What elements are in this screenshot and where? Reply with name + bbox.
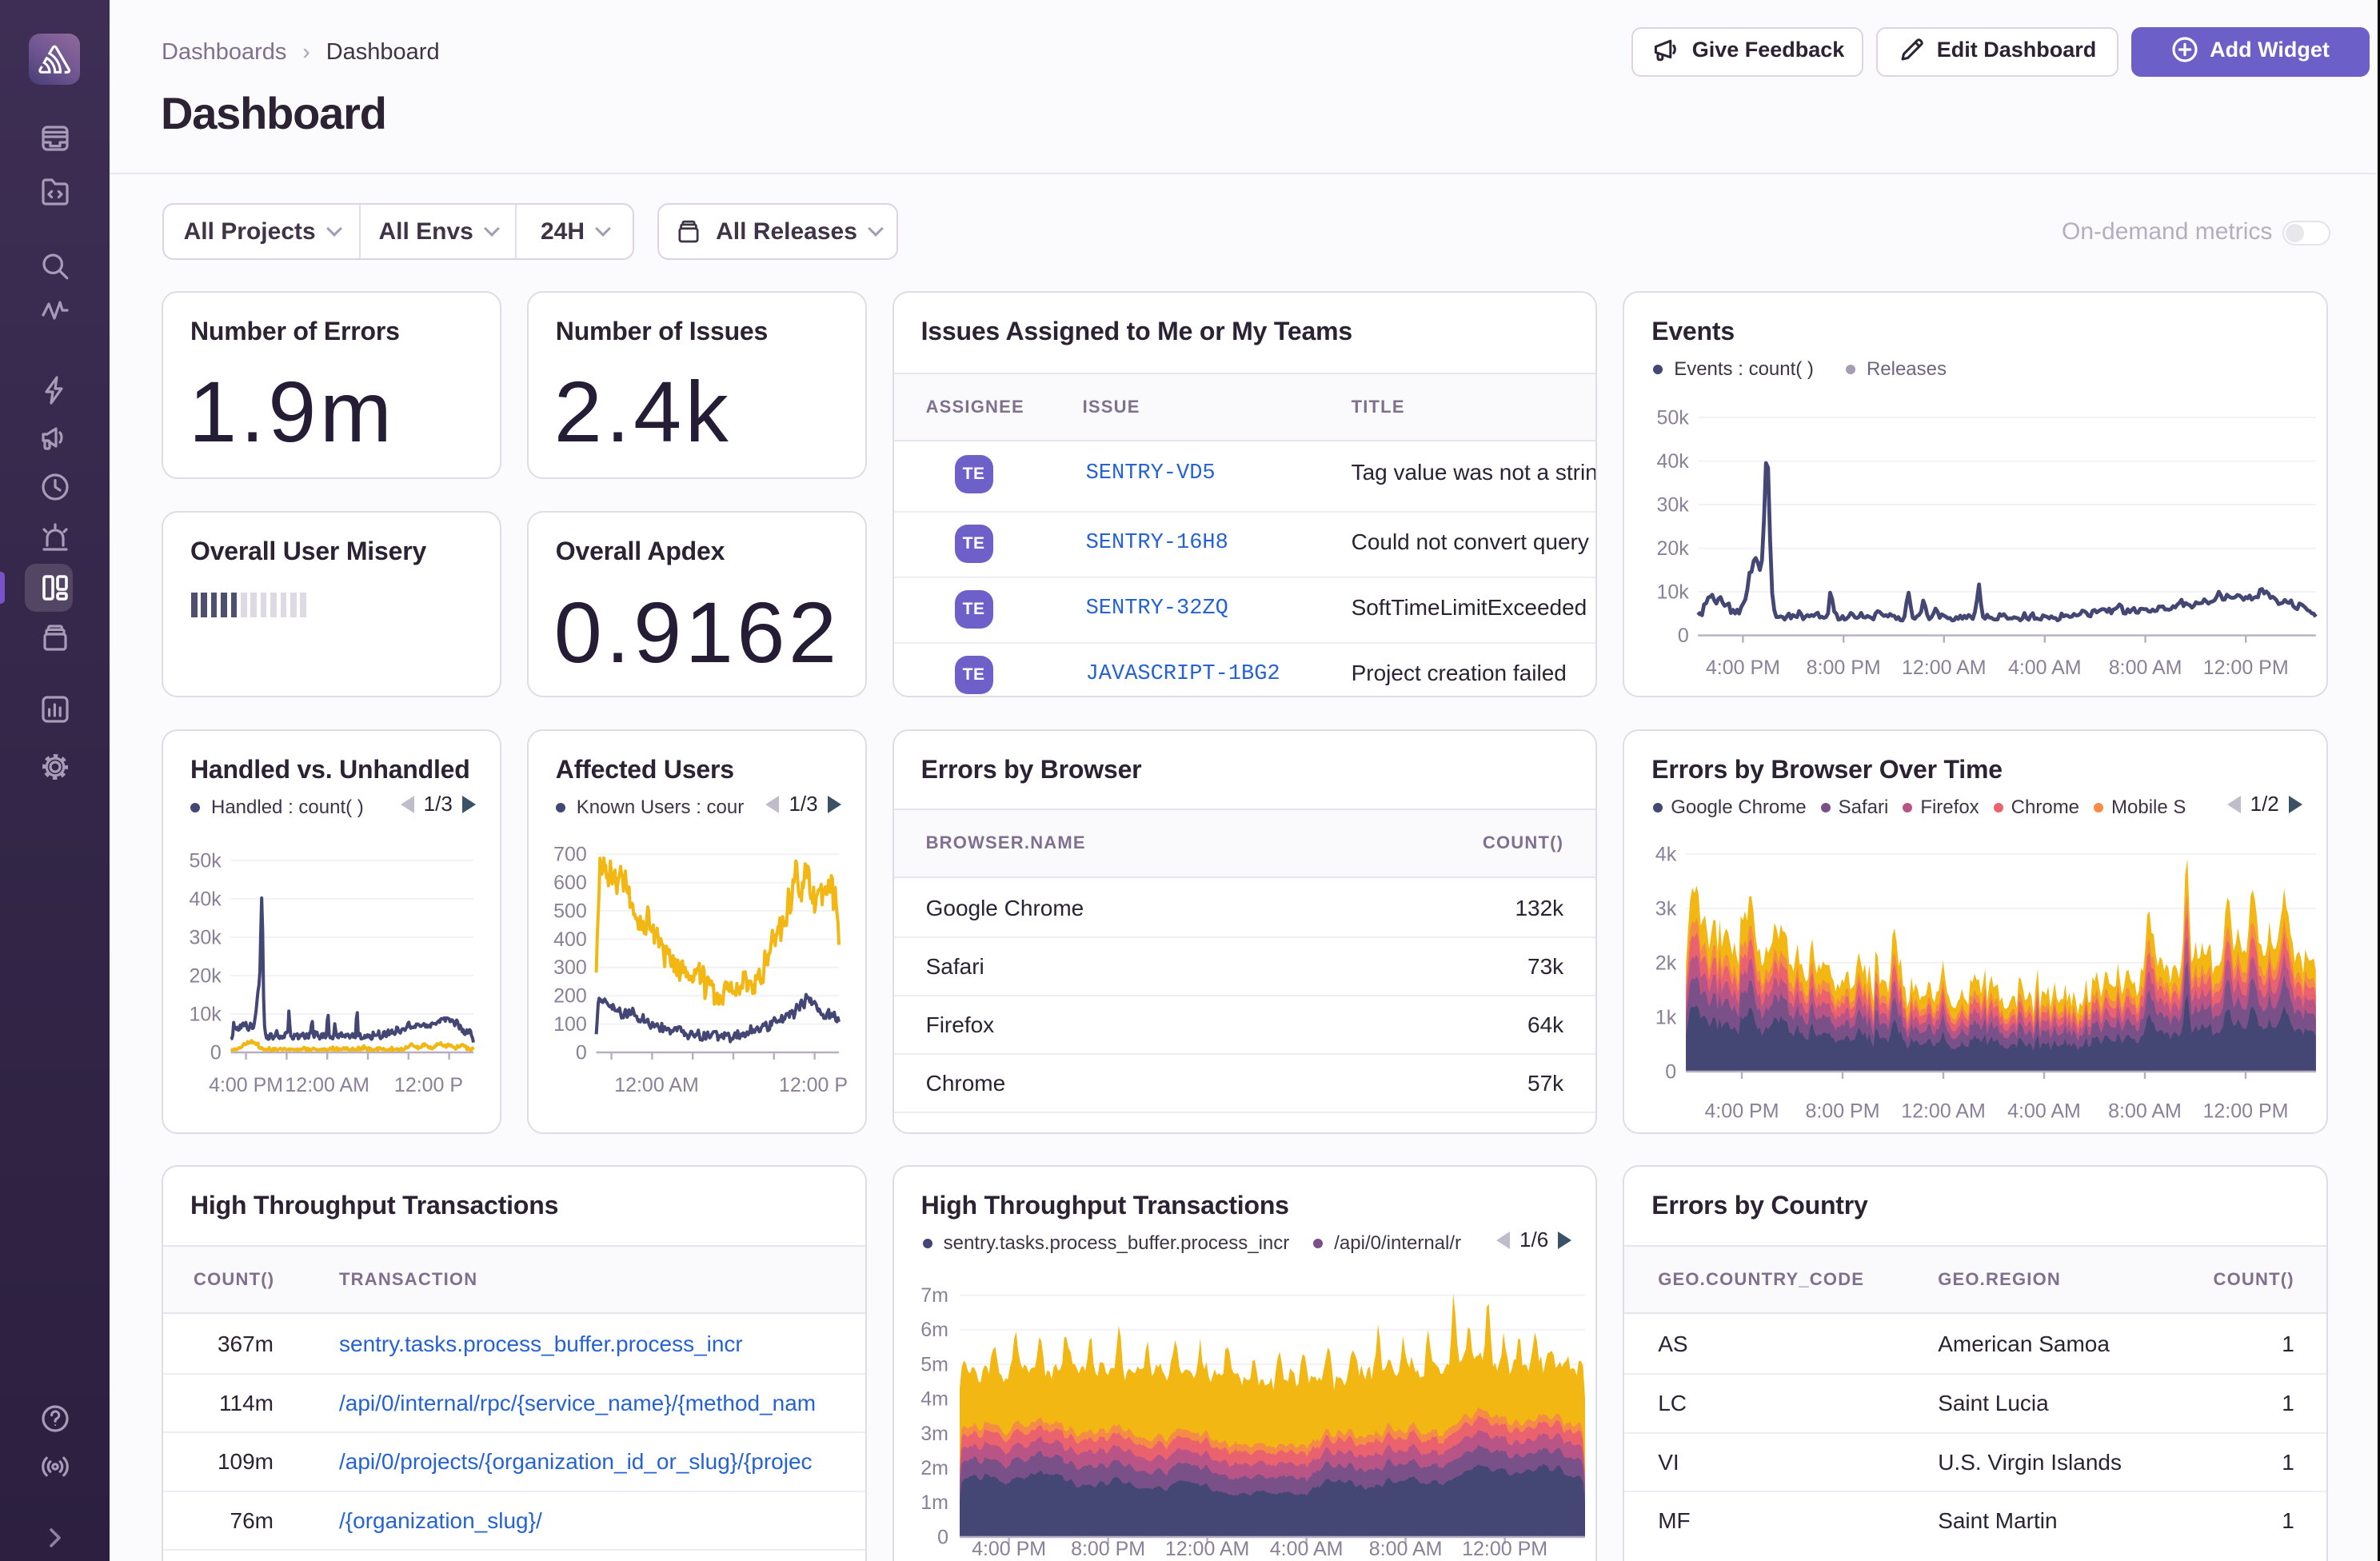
svg-text:30k: 30k [1657,493,1690,516]
svg-text:30k: 30k [190,926,222,948]
svg-text:0: 0 [210,1041,222,1064]
svg-text:7m: 7m [920,1284,948,1307]
svg-text:12:00 AM: 12:00 AM [1901,1100,1986,1123]
svg-text:200: 200 [553,985,587,1008]
svg-text:12:00 AM: 12:00 AM [1164,1538,1249,1560]
svg-text:6m: 6m [920,1319,948,1341]
svg-text:400: 400 [553,928,587,951]
svg-text:8:00 AM: 8:00 AM [2109,657,2182,679]
svg-text:10k: 10k [1657,581,1690,603]
svg-text:12:00 PM: 12:00 PM [2203,657,2289,679]
svg-text:10k: 10k [190,1003,222,1025]
svg-text:2m: 2m [920,1457,948,1479]
svg-text:12:00 P: 12:00 P [394,1074,463,1096]
svg-text:4:00 PM: 4:00 PM [1705,1100,1779,1123]
svg-text:12:00 AM: 12:00 AM [1902,657,1987,679]
svg-text:1k: 1k [1655,1006,1677,1028]
svg-text:4:00 AM: 4:00 AM [2008,657,2082,679]
svg-text:8:00 PM: 8:00 PM [1071,1538,1145,1560]
svg-text:700: 700 [553,844,587,866]
svg-text:20k: 20k [1657,537,1690,560]
svg-text:40k: 40k [190,888,222,910]
svg-text:50k: 50k [190,849,222,872]
svg-text:3m: 3m [920,1423,948,1445]
svg-text:8:00 AM: 8:00 AM [1368,1538,1442,1560]
svg-text:8:00 PM: 8:00 PM [1806,1100,1880,1123]
svg-text:100: 100 [553,1013,587,1036]
svg-text:2k: 2k [1655,952,1677,974]
svg-text:12:00 PM: 12:00 PM [2203,1100,2289,1123]
svg-text:12:00 PM: 12:00 PM [1462,1538,1547,1560]
svg-text:4:00 AM: 4:00 AM [2007,1100,2081,1123]
svg-text:40k: 40k [1657,450,1690,473]
svg-text:50k: 50k [1657,406,1690,429]
svg-text:5m: 5m [920,1353,948,1375]
svg-text:600: 600 [553,872,587,894]
svg-text:4k: 4k [1655,843,1677,865]
svg-text:4:00 AM: 4:00 AM [1269,1538,1343,1560]
svg-text:4:00 PM: 4:00 PM [1706,657,1780,679]
svg-text:8:00 AM: 8:00 AM [2108,1100,2182,1123]
svg-text:1m: 1m [920,1491,948,1514]
svg-text:8:00 PM: 8:00 PM [1807,657,1881,679]
svg-text:20k: 20k [190,964,222,987]
svg-text:0: 0 [1665,1060,1676,1083]
svg-text:4:00 PM: 4:00 PM [972,1538,1046,1560]
svg-text:0: 0 [1678,625,1689,647]
svg-text:500: 500 [553,900,587,922]
svg-text:12:00 AM: 12:00 AM [285,1074,369,1096]
svg-text:4:00 PM: 4:00 PM [209,1074,283,1096]
svg-text:0: 0 [937,1526,948,1548]
svg-text:12:00 P: 12:00 P [779,1074,848,1096]
svg-text:4m: 4m [920,1388,948,1411]
svg-text:12:00 AM: 12:00 AM [614,1074,699,1096]
svg-text:3k: 3k [1655,897,1677,920]
svg-text:0: 0 [576,1041,587,1064]
svg-text:300: 300 [553,956,587,979]
